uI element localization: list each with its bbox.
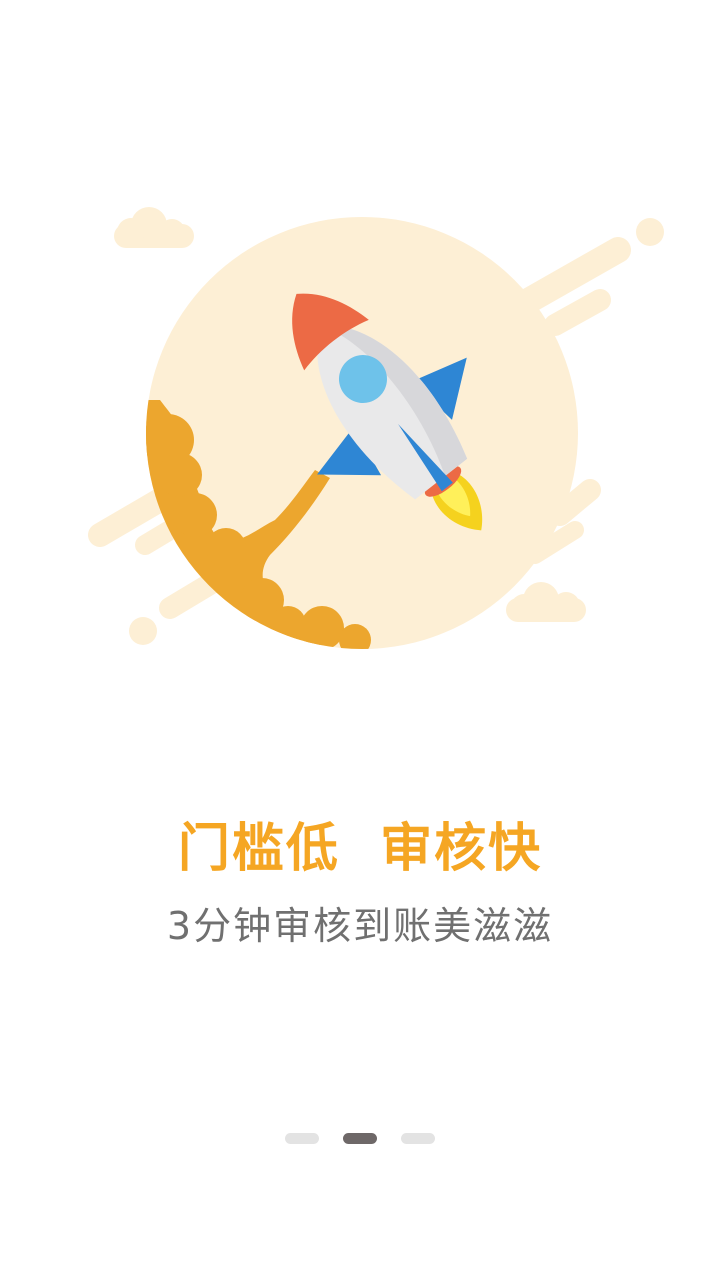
- page-indicator-dot-2[interactable]: [343, 1133, 377, 1144]
- cloud-icon: [114, 207, 194, 248]
- onboarding-screen: 门槛低 审核快 3分钟审核到账美滋滋: [0, 0, 720, 1280]
- decor-dot: [636, 218, 664, 246]
- page-indicator-dot-1[interactable]: [285, 1133, 319, 1144]
- rocket-illustration: [88, 207, 664, 649]
- decor-dot: [129, 617, 157, 645]
- cloud-icon: [506, 582, 586, 622]
- page-indicator-dot-3[interactable]: [401, 1133, 435, 1144]
- page-title: 门槛低 审核快: [177, 819, 543, 879]
- page-indicator: [0, 1133, 720, 1144]
- page-subtitle: 3分钟审核到账美滋滋: [166, 904, 554, 948]
